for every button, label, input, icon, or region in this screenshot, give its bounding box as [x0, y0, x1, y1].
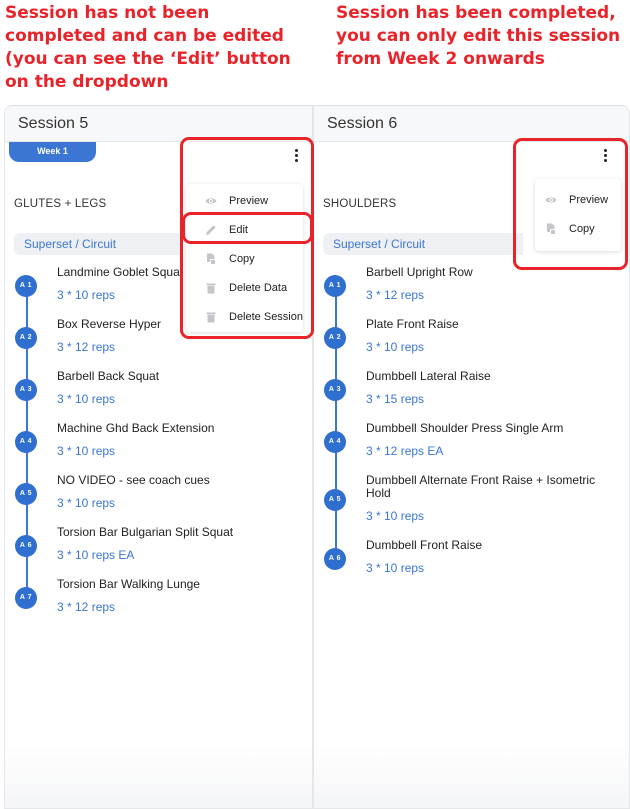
superset-label: Superset / Circuit — [323, 233, 523, 255]
exercise-code-badge: A 2 — [324, 327, 346, 349]
group-title: SHOULDERS — [323, 198, 397, 210]
exercise-item[interactable]: A 5 Dumbbell Alternate Front Raise + Isom… — [324, 474, 624, 526]
exercise-name: Plate Front Raise — [366, 317, 459, 331]
exercise-item[interactable]: A 3 Barbell Back Squat 3 * 10 reps — [15, 370, 315, 410]
exercise-reps: 3 * 10 reps — [366, 340, 425, 354]
exercise-name: Dumbbell Lateral Raise — [366, 369, 491, 383]
exercise-code-badge: A 5 — [324, 489, 346, 511]
exercise-name: Dumbbell Front Raise — [366, 538, 483, 552]
exercise-name: Dumbbell Alternate Front Raise + Isometr… — [366, 473, 596, 500]
annotation-right: Session has been completed, you can only… — [336, 3, 621, 69]
exercise-reps: 3 * 12 reps — [366, 288, 425, 302]
exercise-item[interactable]: A 7 Torsion Bar Walking Lunge 3 * 12 reps — [15, 578, 315, 618]
session-title: Session 6 — [314, 106, 629, 142]
week-badge[interactable]: Week 1 — [9, 142, 96, 162]
exercise-item[interactable]: A 1 Barbell Upright Row 3 * 12 reps — [324, 266, 624, 306]
exercise-item[interactable]: A 4 Dumbbell Shoulder Press Single Arm 3 *… — [324, 422, 624, 462]
screenshot: Session has not been completed and can b… — [0, 0, 630, 809]
exercise-item[interactable]: A 3 Dumbbell Lateral Raise 3 * 15 reps — [324, 370, 624, 410]
exercise-reps: 3 * 15 reps — [366, 392, 425, 406]
exercise-item[interactable]: A 5 NO VIDEO - see coach cues 3 * 10 reps — [15, 474, 315, 514]
exercise-code-badge: A 7 — [15, 587, 37, 609]
highlight-menu-right — [513, 138, 628, 270]
exercise-name: Machine Ghd Back Extension — [57, 421, 215, 435]
exercise-reps: 3 * 10 reps — [366, 561, 425, 575]
exercise-name: Torsion Bar Bulgarian Split Squat — [57, 525, 234, 539]
exercise-name: Dumbbell Shoulder Press Single Arm — [366, 421, 564, 435]
exercise-code-badge: A 2 — [15, 327, 37, 349]
exercise-code-badge: A 6 — [324, 548, 346, 570]
exercise-code-badge: A 1 — [324, 275, 346, 297]
exercise-code-badge: A 6 — [15, 535, 37, 557]
exercise-reps: 3 * 12 reps — [57, 600, 116, 614]
exercise-code-badge: A 1 — [15, 275, 37, 297]
exercise-item[interactable]: A 4 Machine Ghd Back Extension 3 * 10 reps — [15, 422, 315, 462]
exercise-reps: 3 * 12 reps EA — [366, 444, 444, 458]
exercise-code-badge: A 4 — [15, 431, 37, 453]
exercise-reps: 3 * 10 reps — [57, 444, 116, 458]
exercise-code-badge: A 3 — [15, 379, 37, 401]
group-title: GLUTES + LEGS — [14, 198, 107, 210]
exercise-code-badge: A 3 — [324, 379, 346, 401]
exercise-name: NO VIDEO - see coach cues — [57, 473, 210, 487]
highlight-edit-item — [182, 212, 313, 244]
exercise-name: Barbell Back Squat — [57, 369, 160, 383]
exercise-name: Torsion Bar Walking Lunge — [57, 577, 200, 591]
exercise-code-badge: A 5 — [15, 483, 37, 505]
exercise-item[interactable]: A 2 Plate Front Raise 3 * 10 reps — [324, 318, 624, 358]
exercise-reps: 3 * 10 reps — [57, 392, 116, 406]
superset-label: Superset / Circuit — [14, 233, 182, 255]
exercise-reps: 3 * 10 reps — [57, 288, 116, 302]
exercise-item[interactable]: A 6 Torsion Bar Bulgarian Split Squat 3 * … — [15, 526, 315, 566]
exercise-reps: 3 * 10 reps EA — [57, 548, 135, 562]
annotation-left: Session has not been completed and can b… — [5, 3, 291, 92]
exercise-reps: 3 * 10 reps — [366, 509, 425, 523]
exercise-reps: 3 * 12 reps — [57, 340, 116, 354]
exercise-code-badge: A 4 — [324, 431, 346, 453]
exercise-item[interactable]: A 6 Dumbbell Front Raise 3 * 10 reps — [324, 539, 624, 579]
exercise-reps: 3 * 10 reps — [57, 496, 116, 510]
